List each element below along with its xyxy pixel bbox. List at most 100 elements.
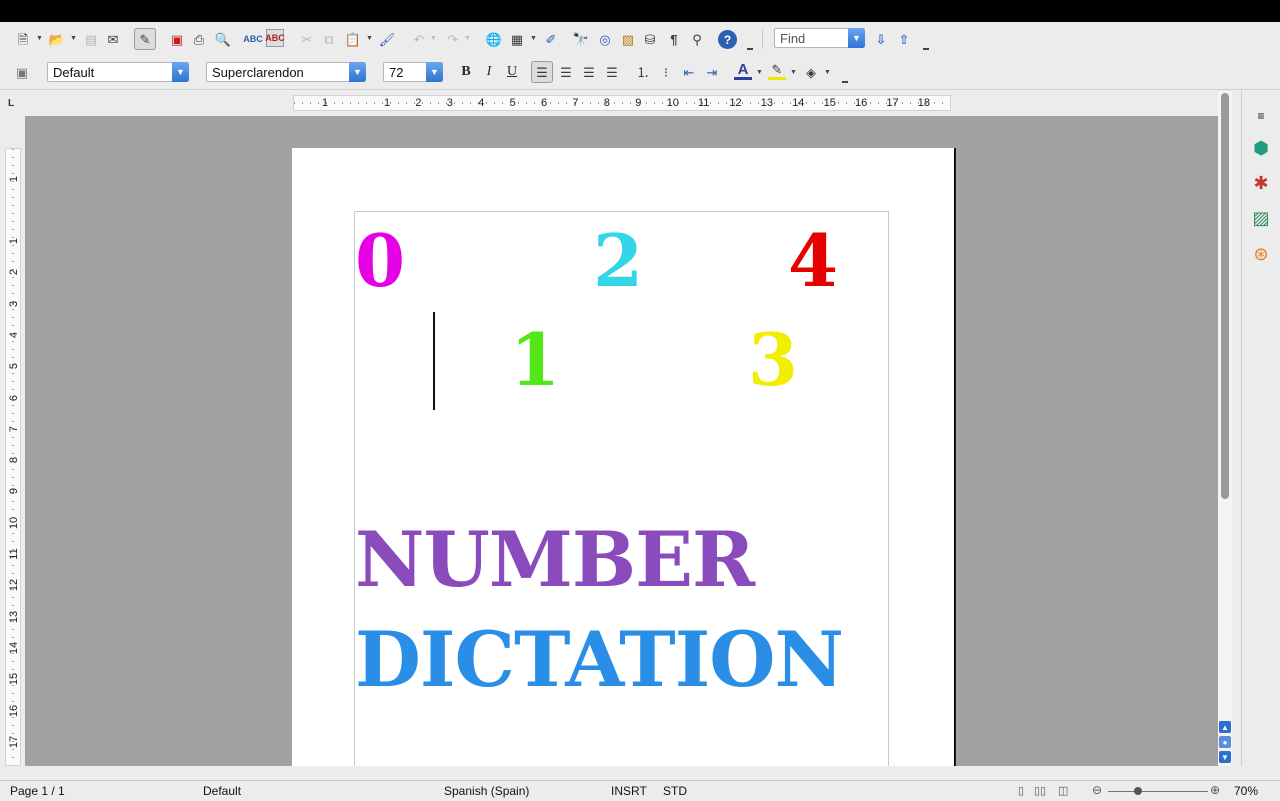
title-dictation[interactable]: DICTATION xyxy=(355,622,844,698)
print-preview-icon[interactable]: 🔍 xyxy=(214,30,232,48)
text-area-boundary[interactable]: 0 2 4 1 3 NUMBER DICTATION xyxy=(354,211,889,766)
navigator-icon[interactable]: ◎ xyxy=(596,30,614,48)
chevron-down-icon[interactable]: ▼ xyxy=(172,62,189,82)
ruler-tick-label: 7 xyxy=(8,425,20,432)
copy-icon[interactable]: ⧉ xyxy=(320,30,338,48)
chevron-down-icon[interactable]: ▼ xyxy=(426,62,443,82)
page-count[interactable]: Page 1 / 1 xyxy=(10,784,65,798)
chevron-down-icon[interactable]: ▼ xyxy=(430,35,437,42)
document-page[interactable]: 0 2 4 1 3 NUMBER DICTATION xyxy=(292,148,954,766)
justify-icon[interactable]: ☰ xyxy=(603,63,621,81)
decrease-indent-icon[interactable]: ⇤ xyxy=(680,63,698,81)
chevron-down-icon[interactable]: ▼ xyxy=(349,62,366,82)
zoom-slider[interactable] xyxy=(1108,791,1208,792)
redo-icon[interactable]: ↷ xyxy=(444,30,462,48)
font-name-select[interactable]: Superclarendon ▼ xyxy=(206,62,366,82)
chevron-down-icon[interactable]: ▼ xyxy=(366,35,373,42)
next-page-button[interactable]: ▼ xyxy=(1219,751,1231,763)
horizontal-ruler[interactable]: 1 1 2 3 4 5 6 7 8 9 10 11 12 13 14 15 16 17 18 xyxy=(293,95,951,111)
underline-button[interactable]: U xyxy=(503,63,521,81)
tab-stop-selector[interactable]: L xyxy=(8,98,14,109)
zoom-icon[interactable]: ⚲ xyxy=(688,30,706,48)
chevron-down-icon[interactable]: ▼ xyxy=(464,35,471,42)
cut-icon[interactable]: ✂ xyxy=(298,30,316,48)
spellcheck-icon[interactable]: ABC xyxy=(243,30,263,48)
new-document-icon[interactable]: 🗎 xyxy=(14,30,32,48)
export-pdf-icon[interactable]: ▣ xyxy=(168,30,186,48)
digit-two[interactable]: 2 xyxy=(593,225,643,297)
digit-four[interactable]: 4 xyxy=(788,225,838,297)
digit-one[interactable]: 1 xyxy=(510,324,560,396)
find-replace-icon[interactable]: 🔭 xyxy=(572,30,590,48)
selection-mode[interactable]: STD xyxy=(663,784,687,798)
vertical-scrollbar[interactable] xyxy=(1218,91,1232,766)
draw-functions-icon[interactable]: ✐ xyxy=(542,30,560,48)
align-center-icon[interactable]: ☰ xyxy=(557,63,575,81)
formatting-marks-icon[interactable]: ¶ xyxy=(665,30,683,48)
vertical-ruler[interactable]: 1 1 2 3 4 5 6 7 8 9 10 11 12 13 14 15 16 17 xyxy=(5,148,21,766)
chevron-down-icon[interactable]: ▼ xyxy=(848,28,865,48)
gallery-icon[interactable]: ▧ xyxy=(619,30,637,48)
toolbar-grip[interactable] xyxy=(842,81,848,83)
autospellcheck-icon[interactable]: ABC xyxy=(265,29,285,47)
italic-button[interactable]: I xyxy=(480,63,498,81)
chevron-down-icon[interactable]: ▼ xyxy=(530,35,537,42)
digit-three[interactable]: 3 xyxy=(748,324,798,396)
print-icon[interactable]: ⎙ xyxy=(190,30,208,48)
gallery-icon[interactable]: ▨ xyxy=(1248,205,1274,231)
zoom-out-icon[interactable]: ⊖ xyxy=(1092,783,1102,797)
sidebar-menu-icon[interactable]: ≡ xyxy=(1248,103,1274,129)
digit-zero[interactable]: 0 xyxy=(355,225,405,297)
page-style[interactable]: Default xyxy=(203,784,241,798)
language[interactable]: Spanish (Spain) xyxy=(444,784,529,798)
bold-button[interactable]: B xyxy=(457,63,475,81)
data-sources-icon[interactable]: ⛁ xyxy=(641,30,659,48)
increase-indent-icon[interactable]: ⇥ xyxy=(703,63,721,81)
find-input[interactable]: Find ▼ xyxy=(774,28,865,48)
help-icon[interactable]: ? xyxy=(718,30,737,49)
paragraph-style-select[interactable]: Default ▼ xyxy=(47,62,189,82)
toolbar-grip[interactable] xyxy=(747,48,753,50)
scrollbar-thumb[interactable] xyxy=(1221,93,1229,499)
previous-page-button[interactable]: ▲ xyxy=(1219,721,1231,733)
align-right-icon[interactable]: ☰ xyxy=(580,63,598,81)
document-workspace[interactable]: 0 2 4 1 3 NUMBER DICTATION xyxy=(25,116,1218,766)
save-icon[interactable]: ▤ xyxy=(82,30,100,48)
find-next-icon[interactable]: ⇩ xyxy=(872,30,890,48)
undo-icon[interactable]: ↶ xyxy=(410,30,428,48)
properties-icon[interactable]: ⬢ xyxy=(1248,135,1274,161)
chevron-down-icon[interactable]: ▼ xyxy=(824,69,831,76)
zoom-level[interactable]: 70% xyxy=(1234,784,1258,798)
edit-mode-icon[interactable]: ✎ xyxy=(134,28,156,50)
bullet-list-icon[interactable]: ⁝ xyxy=(657,63,675,81)
navigation-icon[interactable]: ● xyxy=(1219,736,1231,748)
find-previous-icon[interactable]: ⇧ xyxy=(895,30,913,48)
chevron-down-icon[interactable]: ▼ xyxy=(790,69,797,76)
hyperlink-icon[interactable]: 🌐 xyxy=(485,30,503,48)
format-paintbrush-icon[interactable]: 🖌 xyxy=(378,30,396,48)
open-icon[interactable]: 📂 xyxy=(48,30,66,48)
font-color-icon[interactable]: A xyxy=(734,62,752,80)
paste-icon[interactable]: 📋 xyxy=(344,30,362,48)
highlighting-icon[interactable]: ✎ xyxy=(768,62,786,80)
zoom-slider-handle[interactable] xyxy=(1134,787,1142,795)
single-page-view-icon[interactable]: ▯ xyxy=(1018,784,1024,797)
background-color-icon[interactable]: ◈ xyxy=(802,63,820,81)
align-left-icon[interactable]: ☰ xyxy=(531,61,553,83)
title-number[interactable]: NUMBER xyxy=(355,522,755,598)
toolbar-grip[interactable] xyxy=(923,48,929,50)
book-view-icon[interactable]: ◫ xyxy=(1058,784,1068,797)
email-icon[interactable]: ✉ xyxy=(104,30,122,48)
chevron-down-icon[interactable]: ▼ xyxy=(70,35,77,42)
styles-icon[interactable]: ✱ xyxy=(1248,170,1274,196)
chevron-down-icon[interactable]: ▼ xyxy=(36,35,43,42)
navigator-icon[interactable]: ⊛ xyxy=(1248,241,1274,267)
table-icon[interactable]: ▦ xyxy=(508,30,526,48)
zoom-in-icon[interactable]: ⊕ xyxy=(1210,783,1220,797)
numbered-list-icon[interactable]: ⒈ xyxy=(634,63,652,81)
styles-formatting-icon[interactable]: ▣ xyxy=(13,63,31,81)
insert-mode[interactable]: INSRT xyxy=(611,784,647,798)
multi-page-view-icon[interactable]: ▯▯ xyxy=(1034,784,1046,797)
font-size-select[interactable]: 72 ▼ xyxy=(383,62,443,82)
chevron-down-icon[interactable]: ▼ xyxy=(756,69,763,76)
